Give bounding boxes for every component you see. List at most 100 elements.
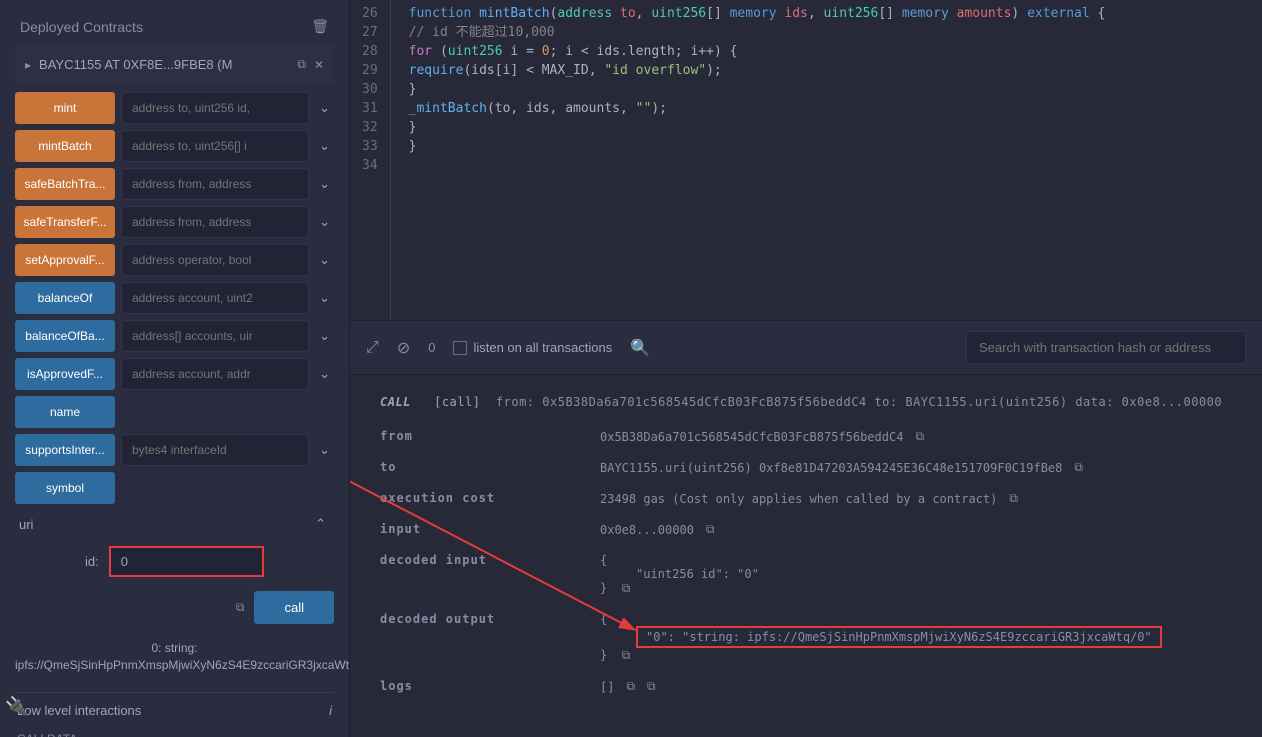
logs-val: []⧉⧉: [600, 679, 1232, 694]
method-input[interactable]: [121, 168, 309, 200]
copy-icon[interactable]: ⧉: [706, 522, 715, 537]
method-row: name: [15, 396, 334, 428]
method-input[interactable]: [121, 206, 309, 238]
id-label: id:: [85, 554, 99, 569]
trash-icon[interactable]: 🗑: [311, 18, 329, 35]
chevron-down-icon[interactable]: ⌄: [315, 252, 334, 268]
copy-icon[interactable]: ⧉: [236, 600, 245, 615]
copy-icon[interactable]: ⧉: [297, 57, 306, 72]
pending-count: 0: [428, 340, 435, 355]
contract-title: BAYC1155 AT 0XF8E...9FBE8 (M: [39, 57, 289, 72]
terminal-output[interactable]: CALL [call] from: 0x5B38Da6a701c568545dC…: [350, 375, 1262, 737]
method-input[interactable]: [121, 434, 309, 466]
chevron-down-icon[interactable]: ⌄: [315, 176, 334, 192]
method-button[interactable]: balanceOfBa...: [15, 320, 115, 352]
copy-icon[interactable]: ⧉: [622, 648, 631, 662]
method-input[interactable]: [121, 92, 309, 124]
logs-key: logs: [380, 679, 580, 694]
input-key: input: [380, 522, 580, 537]
editor-code[interactable]: function mintBatch(address to, uint256[]…: [391, 0, 1262, 320]
expand-icon[interactable]: ⤢: [366, 339, 379, 357]
copy-icon[interactable]: ⧉: [626, 679, 635, 694]
method-button[interactable]: mintBatch: [15, 130, 115, 162]
listen-checkbox[interactable]: listen on all transactions: [453, 340, 612, 355]
method-button[interactable]: symbol: [15, 472, 115, 504]
call-row: ⧉ call: [15, 585, 334, 630]
method-row: balanceOfBa... ⌄: [15, 320, 334, 352]
call-button[interactable]: call: [254, 591, 334, 624]
method-row: isApprovedF... ⌄: [15, 358, 334, 390]
log-header: CALL [call] from: 0x5B38Da6a701c568545dC…: [380, 395, 1232, 409]
method-button[interactable]: supportsInter...: [15, 434, 115, 466]
log-details: from 0x5B38Da6a701c568545dCfcB03FcB875f5…: [380, 429, 1232, 694]
search-icon[interactable]: 🔍: [630, 338, 650, 358]
chevron-down-icon[interactable]: ⌄: [315, 442, 334, 458]
method-button[interactable]: safeBatchTra...: [15, 168, 115, 200]
decoded-output-key: decoded output: [380, 612, 580, 663]
main: 262728293031323334 function mintBatch(ad…: [350, 0, 1262, 737]
uri-id-input[interactable]: [109, 546, 264, 577]
deployed-title: Deployed Contracts: [20, 19, 143, 35]
copy-icon[interactable]: ⧉: [647, 679, 656, 694]
method-row: symbol: [15, 472, 334, 504]
close-icon[interactable]: ✕: [314, 58, 324, 72]
input-val: 0x0e8...00000⧉: [600, 522, 1232, 537]
method-input[interactable]: [121, 282, 309, 314]
chevron-down-icon[interactable]: ⌄: [315, 366, 334, 382]
chevron-down-icon[interactable]: ⌄: [315, 290, 334, 306]
terminal-toolbar: ⤢ ⊘ 0 listen on all transactions 🔍: [350, 320, 1262, 375]
chevron-down-icon[interactable]: ⌄: [315, 138, 334, 154]
method-row: safeTransferF... ⌄: [15, 206, 334, 238]
search-input[interactable]: [966, 331, 1246, 364]
chevron-down-icon[interactable]: ⌄: [315, 100, 334, 116]
method-row: supportsInter... ⌄: [15, 434, 334, 466]
method-button[interactable]: setApprovalF...: [15, 244, 115, 276]
copy-icon[interactable]: ⧉: [915, 429, 924, 444]
method-input[interactable]: [121, 130, 309, 162]
method-button[interactable]: mint: [15, 92, 115, 124]
info-icon[interactable]: i: [329, 703, 332, 718]
uri-header[interactable]: uri ⌃: [15, 510, 334, 538]
chevron-right-icon: ▸: [25, 58, 31, 72]
chevron-down-icon[interactable]: ⌄: [315, 328, 334, 344]
copy-icon[interactable]: ⧉: [622, 581, 631, 595]
method-row: safeBatchTra... ⌄: [15, 168, 334, 200]
checkbox-icon[interactable]: [453, 341, 467, 355]
copy-icon[interactable]: ⧉: [1009, 491, 1018, 506]
method-input[interactable]: [121, 358, 309, 390]
code-editor[interactable]: 262728293031323334 function mintBatch(ad…: [350, 0, 1262, 320]
copy-icon[interactable]: ⧉: [1074, 460, 1083, 475]
editor-gutter: 262728293031323334: [350, 0, 391, 320]
clear-icon[interactable]: ⊘: [397, 338, 410, 358]
decoded-input-val: { "uint256 id": "0" } ⧉: [600, 553, 1232, 596]
to-val: BAYC1155.uri(uint256) 0xf8e81D47203A5942…: [600, 460, 1232, 475]
chevron-down-icon[interactable]: ⌄: [315, 214, 334, 230]
method-row: balanceOf ⌄: [15, 282, 334, 314]
method-row: mint ⌄: [15, 92, 334, 124]
calldata-label: CALLDATA: [15, 728, 334, 737]
from-key: from: [380, 429, 580, 444]
uri-result: 0: string: ipfs://QmeSjSinHpPnmXmspMjwiX…: [15, 630, 334, 684]
method-button[interactable]: name: [15, 396, 115, 428]
method-input[interactable]: [121, 320, 309, 352]
contract-header[interactable]: ▸ BAYC1155 AT 0XF8E...9FBE8 (M ⧉ ✕: [15, 45, 334, 84]
sidebar: Deployed Contracts 🗑 ▸ BAYC1155 AT 0XF8E…: [0, 0, 350, 737]
uri-input-row: id:: [15, 538, 334, 585]
plug-icon[interactable]: 🔌: [5, 696, 27, 717]
method-button[interactable]: isApprovedF...: [15, 358, 115, 390]
panel-title: Deployed Contracts 🗑: [15, 8, 334, 45]
method-button[interactable]: safeTransferF...: [15, 206, 115, 238]
lowlevel-label: Low level interactions: [17, 703, 141, 718]
method-button[interactable]: balanceOf: [15, 282, 115, 314]
method-input[interactable]: [121, 244, 309, 276]
lowlevel-row: Low level interactions i: [15, 692, 334, 728]
from-val: 0x5B38Da6a701c568545dCfcB03FcB875f56bedd…: [600, 429, 1232, 444]
highlighted-output: "0": "string: ipfs://QmeSjSinHpPnmXmspMj…: [636, 626, 1162, 648]
method-row: setApprovalF... ⌄: [15, 244, 334, 276]
to-key: to: [380, 460, 580, 475]
decoded-output-val: { "0": "string: ipfs://QmeSjSinHpPnmXmsp…: [600, 612, 1232, 663]
chevron-up-icon[interactable]: ⌃: [311, 516, 330, 532]
cost-val: 23498 gas (Cost only applies when called…: [600, 491, 1232, 506]
method-row: mintBatch ⌄: [15, 130, 334, 162]
uri-label: uri: [19, 517, 33, 532]
